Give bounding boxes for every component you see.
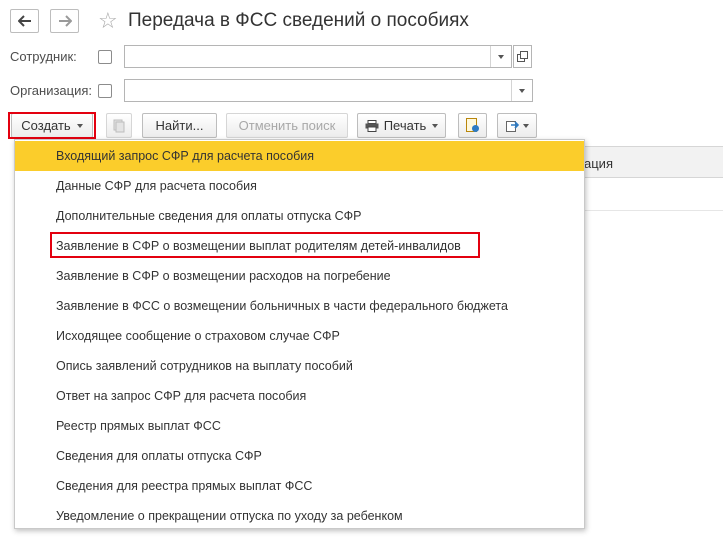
chevron-down-icon [522, 123, 529, 128]
employee-dropdown-button[interactable] [490, 46, 511, 67]
table-header-partial: ация [584, 156, 613, 171]
chevron-down-icon [519, 88, 525, 93]
export-icon [505, 121, 519, 132]
copy-button[interactable] [106, 113, 132, 138]
page-title: Передача в ФСС сведений о пособиях [128, 10, 469, 31]
organization-field[interactable] [124, 79, 533, 102]
menu-item[interactable]: Дополнительные сведения для оплаты отпус… [15, 201, 584, 231]
back-arrow-icon [17, 15, 31, 27]
back-button[interactable] [10, 9, 39, 33]
printer-icon [365, 119, 379, 132]
cancel-search-button[interactable]: Отменить поиск [226, 113, 348, 138]
copy-icon [113, 119, 125, 132]
menu-item[interactable]: Заявление в СФР о возмещении расходов на… [15, 261, 584, 291]
menu-item[interactable]: Сведения для оплаты отпуска СФР [15, 441, 584, 471]
favorite-star-icon[interactable]: ☆ [98, 9, 118, 33]
report-icon [465, 118, 479, 132]
menu-item[interactable]: Заявление в СФР о возмещении выплат роди… [15, 231, 584, 261]
menu-item[interactable]: Заявление в ФСС о возмещении больничных … [15, 291, 584, 321]
organization-checkbox[interactable] [98, 84, 112, 98]
employee-field[interactable] [124, 45, 512, 68]
chevron-down-icon [432, 123, 439, 128]
print-button[interactable]: Печать [357, 113, 446, 138]
organization-dropdown-button[interactable] [511, 80, 532, 101]
forward-arrow-icon [58, 15, 72, 27]
menu-item[interactable]: Данные СФР для расчета пособия [15, 171, 584, 201]
chevron-down-icon [498, 54, 504, 59]
cancel-search-label: Отменить поиск [238, 118, 336, 133]
create-menu: Входящий запрос СФР для расчета пособия … [14, 139, 585, 529]
organization-label: Организация: [10, 83, 93, 98]
print-button-label: Печать [383, 118, 427, 133]
create-button[interactable]: Создать [11, 113, 93, 138]
find-button-label: Найти... [155, 118, 204, 133]
employee-checkbox[interactable] [98, 50, 112, 64]
menu-item[interactable]: Ответ на запрос СФР для расчета пособия [15, 381, 584, 411]
menu-item[interactable]: Реестр прямых выплат ФСС [15, 411, 584, 441]
menu-item[interactable]: Опись заявлений сотрудников на выплату п… [15, 351, 584, 381]
create-button-label: Создать [21, 118, 71, 133]
open-form-icon [517, 51, 528, 62]
menu-item[interactable]: Исходящее сообщение о страховом случае С… [15, 321, 584, 351]
report-button[interactable] [458, 113, 487, 138]
chevron-down-icon [76, 123, 83, 128]
menu-item[interactable]: Уведомление о прекращении отпуска по ухо… [15, 501, 584, 531]
table-row-divider [584, 210, 723, 211]
export-button[interactable] [497, 113, 537, 138]
find-button[interactable]: Найти... [142, 113, 217, 138]
menu-item[interactable]: Входящий запрос СФР для расчета пособия [15, 141, 584, 171]
employee-label: Сотрудник: [10, 49, 77, 64]
employee-open-button[interactable] [513, 45, 532, 68]
forward-button[interactable] [50, 9, 79, 33]
menu-item[interactable]: Сведения для реестра прямых выплат ФСС [15, 471, 584, 501]
